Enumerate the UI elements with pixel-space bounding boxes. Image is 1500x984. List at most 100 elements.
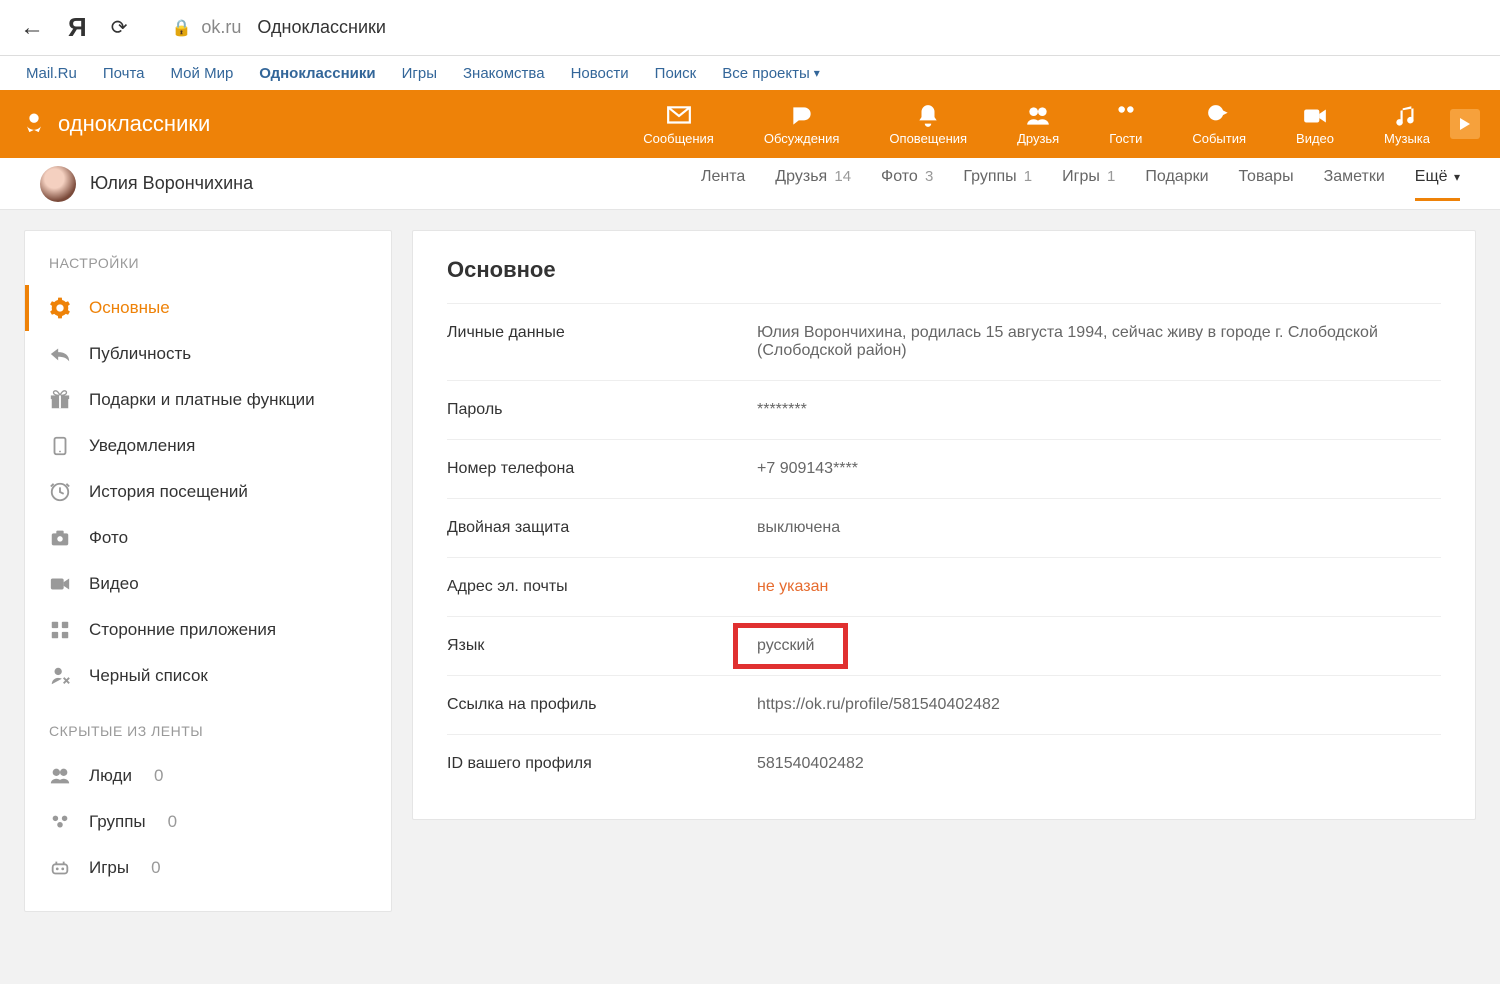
sidebar-item[interactable]: Основные bbox=[25, 285, 391, 331]
sidebar-item-count: 0 bbox=[154, 766, 163, 786]
sidebar-item[interactable]: Публичность bbox=[25, 331, 391, 377]
sidebar-item-icon bbox=[49, 665, 71, 687]
mailru-link[interactable]: Mail.Ru bbox=[26, 65, 77, 82]
yandex-logo[interactable]: Я bbox=[68, 12, 87, 43]
sidebar-item-label: Люди bbox=[89, 766, 132, 786]
profile-tab[interactable]: Друзья 14 bbox=[775, 168, 851, 200]
sidebar-hidden-item[interactable]: Группы 0 bbox=[25, 799, 391, 845]
sidebar-item[interactable]: История посещений bbox=[25, 469, 391, 515]
mailru-link[interactable]: Мой Мир bbox=[171, 65, 234, 82]
sidebar-item-icon bbox=[49, 389, 71, 411]
sidebar-section-settings: НАСТРОЙКИ bbox=[25, 231, 391, 285]
music-play-button[interactable] bbox=[1450, 109, 1480, 139]
sidebar-item-label: Группы bbox=[89, 812, 146, 832]
settings-row[interactable]: Номер телефона+7 909143**** bbox=[447, 439, 1441, 498]
sidebar-item-icon bbox=[49, 527, 71, 549]
sidebar-item-count: 0 bbox=[168, 812, 177, 832]
sidebar-item[interactable]: Черный список bbox=[25, 653, 391, 699]
profile-bar: Юлия Ворончихина Лента Друзья 14 Фото 3 Гру… bbox=[0, 158, 1500, 210]
row-value: +7 909143**** bbox=[757, 460, 1441, 478]
settings-row[interactable]: Пароль******** bbox=[447, 380, 1441, 439]
settings-row[interactable]: Двойная защитавыключена bbox=[447, 498, 1441, 557]
mailru-link[interactable]: Одноклассники bbox=[259, 65, 375, 82]
row-value: ******** bbox=[757, 401, 1441, 419]
mailru-link[interactable]: Почта bbox=[103, 65, 145, 82]
sidebar-item-icon bbox=[49, 857, 71, 879]
row-label: Ссылка на профиль bbox=[447, 696, 757, 714]
row-label: Адрес эл. почты bbox=[447, 578, 757, 596]
chevron-down-icon: ▾ bbox=[1454, 170, 1460, 184]
header-nav-item[interactable]: События bbox=[1192, 103, 1246, 146]
ok-logo-text: одноклассники bbox=[58, 111, 210, 137]
row-label: Двойная защита bbox=[447, 519, 757, 537]
profile-tab[interactable]: Фото 3 bbox=[881, 168, 933, 200]
row-label: Язык bbox=[447, 637, 757, 655]
settings-row[interactable]: Ссылка на профильhttps://ok.ru/profile/5… bbox=[447, 675, 1441, 734]
sidebar-item-icon bbox=[49, 765, 71, 787]
ok-logo[interactable]: одноклассники bbox=[20, 110, 210, 138]
settings-sidebar: НАСТРОЙКИ Основные Публичность Подарки и п… bbox=[24, 230, 392, 912]
highlighted-value: русский bbox=[757, 637, 814, 655]
ok-logo-icon bbox=[20, 110, 48, 138]
sidebar-item-icon bbox=[49, 343, 71, 365]
header-nav-label: Видео bbox=[1296, 131, 1334, 146]
sidebar-item[interactable]: Сторонние приложения bbox=[25, 607, 391, 653]
row-value: Юлия Ворончихина, родилась 15 августа 19… bbox=[757, 324, 1441, 360]
content-area: НАСТРОЙКИ Основные Публичность Подарки и п… bbox=[0, 210, 1500, 932]
mailru-portal-bar: Mail.Ru Почта Мой Мир Одноклассники Игры Знак… bbox=[0, 56, 1500, 90]
profile-name[interactable]: Юлия Ворончихина bbox=[90, 173, 253, 194]
sidebar-item[interactable]: Видео bbox=[25, 561, 391, 607]
profile-tab[interactable]: Ещё ▾ bbox=[1415, 168, 1460, 200]
mailru-link[interactable]: Поиск bbox=[655, 65, 697, 82]
profile-tab[interactable]: Игры 1 bbox=[1062, 168, 1115, 200]
back-button[interactable]: ← bbox=[20, 14, 44, 42]
header-nav-item[interactable]: Друзья bbox=[1017, 103, 1059, 146]
sidebar-item-label: Подарки и платные функции bbox=[89, 390, 315, 410]
main-heading: Основное bbox=[447, 257, 1441, 283]
header-nav-item[interactable]: Музыка bbox=[1384, 103, 1430, 146]
mailru-link[interactable]: Знакомства bbox=[463, 65, 545, 82]
header-nav-label: Гости bbox=[1109, 131, 1142, 146]
avatar[interactable] bbox=[40, 166, 76, 202]
profile-tab[interactable]: Лента bbox=[701, 168, 745, 200]
header-nav-item[interactable]: Сообщения bbox=[643, 103, 714, 146]
settings-row[interactable]: Адрес эл. почтыне указан bbox=[447, 557, 1441, 616]
header-nav-label: Друзья bbox=[1017, 131, 1059, 146]
settings-row[interactable]: Языкрусский bbox=[447, 616, 1441, 675]
sidebar-item-icon bbox=[49, 573, 71, 595]
settings-row[interactable]: ID вашего профиля581540402482 bbox=[447, 734, 1441, 793]
row-label: Личные данные bbox=[447, 324, 757, 360]
address-bar[interactable]: 🔒 ok.ru Одноклассники bbox=[171, 17, 386, 38]
profile-tab[interactable]: Заметки bbox=[1324, 168, 1385, 200]
reload-button[interactable]: ⟳ bbox=[111, 15, 128, 40]
sidebar-item-label: Черный список bbox=[89, 666, 208, 686]
header-nav-label: Оповещения bbox=[889, 131, 967, 146]
row-label: Номер телефона bbox=[447, 460, 757, 478]
profile-tab[interactable]: Подарки bbox=[1145, 168, 1208, 200]
sidebar-hidden-item[interactable]: Люди 0 bbox=[25, 753, 391, 799]
sidebar-item-label: Игры bbox=[89, 858, 129, 878]
settings-row[interactable]: Личные данныеЮлия Ворончихина, родилась … bbox=[447, 303, 1441, 380]
sidebar-item-label: Уведомления bbox=[89, 436, 195, 456]
sidebar-item-icon bbox=[49, 435, 71, 457]
sidebar-item[interactable]: Подарки и платные функции bbox=[25, 377, 391, 423]
header-nav-item[interactable]: Оповещения bbox=[889, 103, 967, 146]
sidebar-item-count: 0 bbox=[151, 858, 160, 878]
profile-tab[interactable]: Группы 1 bbox=[963, 168, 1032, 200]
sidebar-item-label: Фото bbox=[89, 528, 128, 548]
header-nav-item[interactable]: Обсуждения bbox=[764, 103, 840, 146]
mailru-link[interactable]: Игры bbox=[402, 65, 437, 82]
mailru-link[interactable]: Новости bbox=[571, 65, 629, 82]
header-nav-label: Обсуждения bbox=[764, 131, 840, 146]
header-nav-item[interactable]: Видео bbox=[1296, 103, 1334, 146]
header-nav-item[interactable]: Гости bbox=[1109, 103, 1142, 146]
row-label: Пароль bbox=[447, 401, 757, 419]
sidebar-item[interactable]: Фото bbox=[25, 515, 391, 561]
sidebar-item-label: Основные bbox=[89, 298, 170, 318]
sidebar-item-icon bbox=[49, 297, 71, 319]
sidebar-item-label: История посещений bbox=[89, 482, 248, 502]
sidebar-item[interactable]: Уведомления bbox=[25, 423, 391, 469]
sidebar-hidden-item[interactable]: Игры 0 bbox=[25, 845, 391, 891]
profile-tab[interactable]: Товары bbox=[1239, 168, 1294, 200]
mailru-link[interactable]: Все проекты bbox=[722, 65, 820, 82]
